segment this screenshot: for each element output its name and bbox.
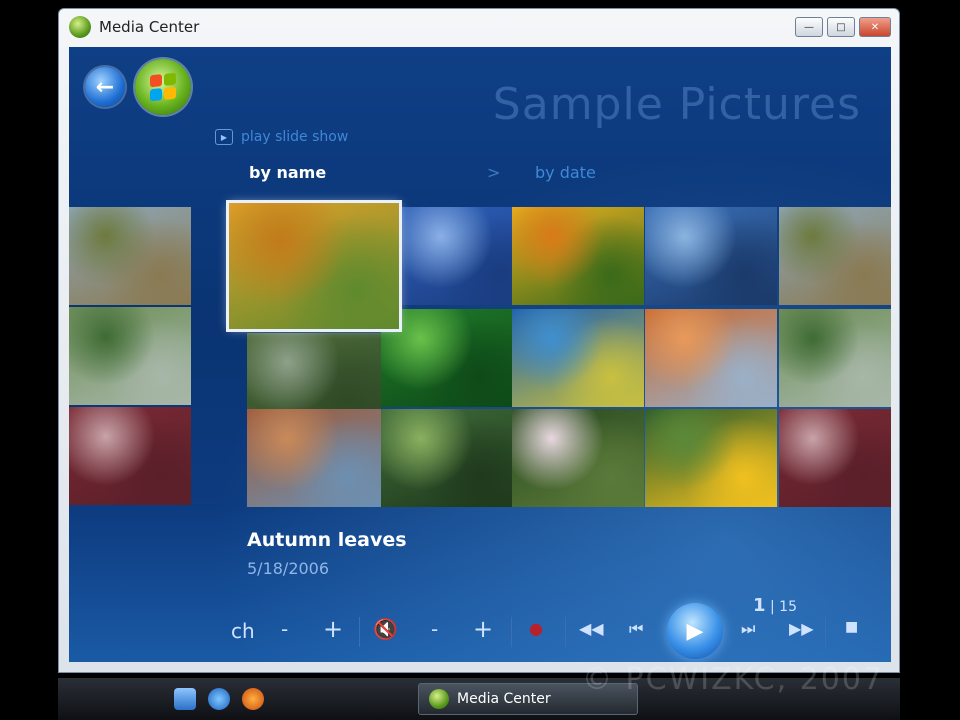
channel-down-button[interactable]: - <box>281 617 288 641</box>
close-button[interactable]: ✕ <box>859 17 891 37</box>
separator <box>359 617 360 647</box>
thumbnail-desert-rocks[interactable] <box>247 409 381 507</box>
play-slideshow-link[interactable]: ▶ play slide show <box>215 129 348 145</box>
window-title: Media Center <box>99 18 200 36</box>
separator <box>511 617 512 647</box>
thumbnail-toucan[interactable] <box>645 409 777 507</box>
sort-by-name[interactable]: by name <box>249 163 326 182</box>
media-center-window: Media Center — □ ✕ ← Sample Pictures ▶ p… <box>58 8 900 673</box>
internet-explorer-icon[interactable] <box>208 688 230 710</box>
taskbar-task-label: Media Center <box>457 691 551 707</box>
watermark: © PCWIZKC, 2007 <box>582 662 885 697</box>
counter-total: 15 <box>779 599 797 615</box>
item-counter: 1 | 15 <box>753 595 797 616</box>
record-icon[interactable]: ● <box>529 619 543 638</box>
windows-flag-icon <box>150 72 176 102</box>
sort-separator: > <box>487 163 501 182</box>
start-button[interactable] <box>135 59 191 115</box>
thumbnail-flower-right[interactable] <box>779 409 891 507</box>
play-icon: ▶ <box>686 618 704 644</box>
counter-current: 1 <box>753 595 766 616</box>
media-center-client: ← Sample Pictures ▶ play slide show by n… <box>69 47 891 662</box>
volume-up-button[interactable]: + <box>473 615 493 643</box>
transport-controls: ch - + 🔇 - + ● ◀◀ ⏮ ▶ 1 | 15 ⏭ ▶▶ ■ <box>69 595 891 662</box>
thumbnail-waterfall-left[interactable] <box>69 307 191 405</box>
thumbnail-trees-left[interactable] <box>69 207 191 305</box>
thumbnail-waterfall-right[interactable] <box>779 309 891 407</box>
thumbnail-trees-right[interactable] <box>779 207 891 305</box>
play-icon: ▶ <box>215 129 233 145</box>
firefox-icon[interactable] <box>242 688 264 710</box>
back-arrow-icon: ← <box>95 74 115 100</box>
rewind-icon[interactable]: ◀◀ <box>579 619 604 638</box>
thumbnail-forest-path[interactable] <box>381 409 513 507</box>
maximize-button[interactable]: □ <box>827 17 855 37</box>
channel-label: ch <box>231 619 255 643</box>
page-title: Sample Pictures <box>492 79 861 130</box>
title-bar[interactable]: Media Center — □ ✕ <box>59 9 899 45</box>
sort-by-date[interactable]: by date <box>535 163 596 182</box>
skip-forward-icon[interactable]: ⏭ <box>741 619 755 639</box>
thumbnail-yellow-flowers[interactable] <box>512 207 644 305</box>
selected-date: 5/18/2006 <box>247 559 330 578</box>
counter-separator: | <box>769 599 775 615</box>
thumbnail-autumn-leaves[interactable] <box>226 200 402 332</box>
thumbnail-white-flowers[interactable] <box>512 409 644 507</box>
thumbnail-desert-dunes[interactable] <box>645 309 777 407</box>
media-center-icon <box>69 16 91 38</box>
back-button[interactable]: ← <box>85 67 125 107</box>
thumbnail-whale-tail[interactable] <box>645 207 777 305</box>
fast-forward-icon[interactable]: ▶▶ <box>789 619 814 638</box>
minimize-button[interactable]: — <box>795 17 823 37</box>
separator <box>565 617 566 647</box>
mute-icon[interactable]: 🔇 <box>373 617 398 641</box>
slideshow-label: play slide show <box>241 129 349 145</box>
selected-title: Autumn leaves <box>247 529 407 551</box>
stop-icon[interactable]: ■ <box>845 619 858 635</box>
channel-up-button[interactable]: + <box>323 615 343 643</box>
separator <box>825 617 826 647</box>
media-center-icon <box>429 689 449 709</box>
thumbnail-sea-turtle[interactable] <box>512 309 644 407</box>
skip-back-icon[interactable]: ⏮ <box>629 619 643 639</box>
window-controls: — □ ✕ <box>795 17 891 37</box>
volume-down-button[interactable]: - <box>431 617 438 641</box>
thumbnail-flower-left[interactable] <box>69 407 191 505</box>
thumbnail-green-leaves[interactable] <box>381 309 513 407</box>
play-pause-button[interactable]: ▶ <box>667 603 723 659</box>
show-desktop-icon[interactable] <box>174 688 196 710</box>
